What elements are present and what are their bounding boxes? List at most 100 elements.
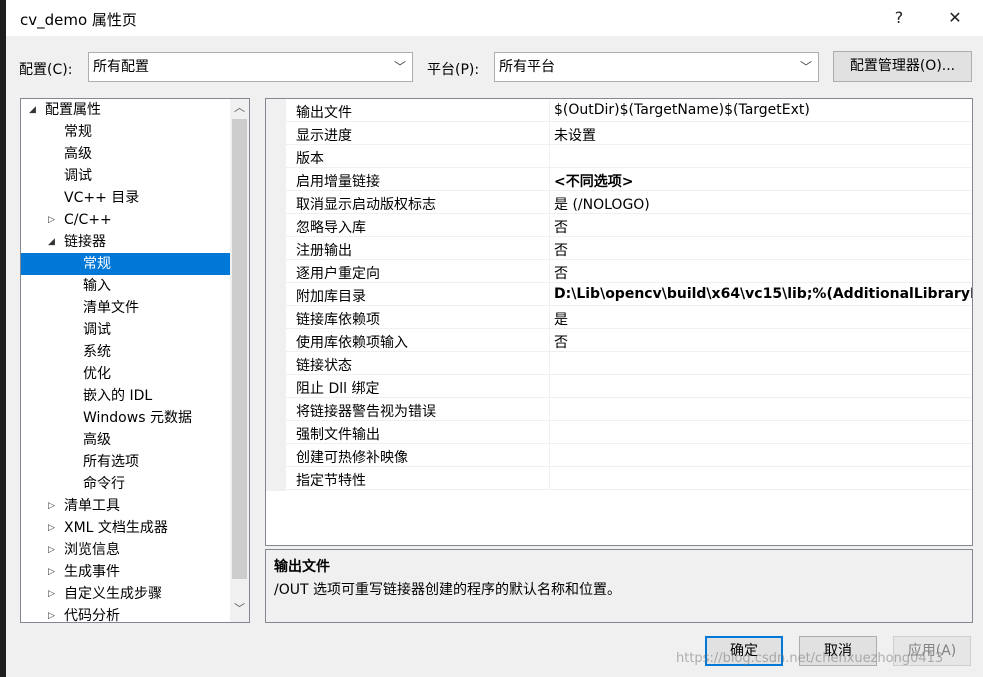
property-row[interactable]: 逐用户重定向 否 <box>286 260 972 283</box>
property-value[interactable]: 是 <box>554 309 568 329</box>
tree-item[interactable]: ▷ 清单工具 <box>21 495 230 517</box>
tree-item[interactable]: 高级 <box>21 429 230 451</box>
property-row[interactable]: 指定节特性 <box>286 467 972 490</box>
property-row[interactable]: 启用增量链接 <不同选项> <box>286 168 972 191</box>
property-row[interactable]: 输出文件 $(OutDir)$(TargetName)$(TargetExt) <box>286 99 972 122</box>
tree-item-label: 生成事件 <box>64 564 120 580</box>
collapsed-arrow-icon[interactable]: ▷ <box>48 517 55 539</box>
property-name: 忽略导入库 <box>296 220 366 236</box>
tree-item-label: 命令行 <box>83 476 125 492</box>
tree-item[interactable]: 常规 <box>21 121 230 143</box>
property-tree[interactable]: ◢ 配置属性 常规 高级 调试 VC++ 目录 ▷ C/C++ ◢ 链接器 常规 输入 清单文件 调试 系统… <box>20 98 250 623</box>
column-divider <box>549 168 550 191</box>
expanded-arrow-icon[interactable]: ◢ <box>48 231 55 253</box>
property-row[interactable]: 将链接器警告视为错误 <box>286 398 972 421</box>
tree-item-label: 高级 <box>83 432 111 448</box>
tree-item[interactable]: ◢ 链接器 <box>21 231 230 253</box>
column-divider <box>549 375 550 398</box>
column-divider <box>549 191 550 214</box>
property-row[interactable]: 阻止 Dll 绑定 <box>286 375 972 398</box>
tree-item[interactable]: ▷ 自定义生成步骤 <box>21 583 230 605</box>
tree-scrollbar[interactable]: ︿ ﹀ <box>230 99 249 622</box>
tree-item[interactable]: VC++ 目录 <box>21 187 230 209</box>
tree-item[interactable]: 调试 <box>21 165 230 187</box>
property-row[interactable]: 显示进度 未设置 <box>286 122 972 145</box>
collapsed-arrow-icon[interactable]: ▷ <box>48 209 55 231</box>
property-value[interactable]: 否 <box>554 263 568 283</box>
tree-item[interactable]: ▷ C/C++ <box>21 209 230 231</box>
tree-item[interactable]: 调试 <box>21 319 230 341</box>
property-row[interactable]: 链接库依赖项 是 <box>286 306 972 329</box>
tree-item[interactable]: ◢ 配置属性 <box>21 99 230 121</box>
column-divider <box>549 260 550 283</box>
title-bar: cv_demo 属性页 ? ✕ <box>6 0 983 36</box>
tree-item[interactable]: ▷ 生成事件 <box>21 561 230 583</box>
tree-item-label: 高级 <box>64 146 92 162</box>
column-divider <box>549 283 550 306</box>
tree-item[interactable]: 命令行 <box>21 473 230 495</box>
tree-item-label: 常规 <box>64 124 92 140</box>
help-button[interactable]: ? <box>884 6 914 30</box>
property-name: 注册输出 <box>296 243 352 259</box>
scroll-thumb[interactable] <box>232 119 247 579</box>
scroll-down-icon[interactable]: ﹀ <box>230 600 249 618</box>
close-button[interactable]: ✕ <box>940 6 970 30</box>
property-name: 链接库依赖项 <box>296 312 380 328</box>
property-value[interactable]: 否 <box>554 217 568 237</box>
collapsed-arrow-icon[interactable]: ▷ <box>48 561 55 583</box>
property-value[interactable]: <不同选项> <box>554 171 633 191</box>
tree-item[interactable]: 输入 <box>21 275 230 297</box>
column-divider <box>549 352 550 375</box>
property-value[interactable]: 未设置 <box>554 125 596 145</box>
column-divider <box>549 237 550 260</box>
platform-dropdown[interactable]: 所有平台 ﹀ <box>494 52 819 82</box>
tree-item-label: 清单文件 <box>83 300 139 316</box>
scroll-up-icon[interactable]: ︿ <box>230 99 249 117</box>
property-row[interactable]: 注册输出 否 <box>286 237 972 260</box>
property-row[interactable]: 强制文件输出 <box>286 421 972 444</box>
property-grid[interactable]: 输出文件 $(OutDir)$(TargetName)$(TargetExt) 显示… <box>265 98 973 546</box>
tree-item[interactable]: Windows 元数据 <box>21 407 230 429</box>
grid-gutter <box>266 99 286 491</box>
property-value[interactable]: $(OutDir)$(TargetName)$(TargetExt) <box>554 102 810 118</box>
property-row[interactable]: 创建可热修补映像 <box>286 444 972 467</box>
column-divider <box>549 467 550 490</box>
window-title: cv_demo 属性页 <box>20 11 137 29</box>
column-divider <box>549 214 550 237</box>
config-dropdown[interactable]: 所有配置 ﹀ <box>88 52 413 82</box>
collapsed-arrow-icon[interactable]: ▷ <box>48 539 55 561</box>
tree-item[interactable]: 嵌入的 IDL <box>21 385 230 407</box>
tree-item[interactable]: ▷ 代码分析 <box>21 605 230 623</box>
property-name: 强制文件输出 <box>296 427 380 443</box>
tree-item-label: 所有选项 <box>83 454 139 470</box>
background-editor-strip <box>0 0 6 677</box>
property-value[interactable]: 是 (/NOLOGO) <box>554 194 650 214</box>
collapsed-arrow-icon[interactable]: ▷ <box>48 583 55 605</box>
property-value[interactable]: 否 <box>554 332 568 352</box>
tree-item[interactable]: 清单文件 <box>21 297 230 319</box>
property-row[interactable]: 版本 <box>286 145 972 168</box>
tree-item[interactable]: ▷ XML 文档生成器 <box>21 517 230 539</box>
property-value[interactable]: 否 <box>554 240 568 260</box>
column-divider <box>549 398 550 421</box>
property-row[interactable]: 使用库依赖项输入 否 <box>286 329 972 352</box>
chevron-down-icon: ﹀ <box>799 60 812 74</box>
property-row[interactable]: 取消显示启动版权标志 是 (/NOLOGO) <box>286 191 972 214</box>
collapsed-arrow-icon[interactable]: ▷ <box>48 605 55 622</box>
config-manager-button[interactable]: 配置管理器(O)... <box>833 51 972 82</box>
property-row[interactable]: 链接状态 <box>286 352 972 375</box>
tree-item-label: 代码分析 <box>64 608 120 623</box>
property-row[interactable]: 附加库目录 D:\Lib\opencv\build\x64\vc15\lib;%(… <box>286 283 972 306</box>
tree-item[interactable]: 优化 <box>21 363 230 385</box>
tree-item[interactable]: 高级 <box>21 143 230 165</box>
collapsed-arrow-icon[interactable]: ▷ <box>48 495 55 517</box>
tree-item[interactable]: ▷ 浏览信息 <box>21 539 230 561</box>
tree-item[interactable]: 所有选项 <box>21 451 230 473</box>
property-value[interactable]: D:\Lib\opencv\build\x64\vc15\lib;%(Addit… <box>554 286 972 302</box>
expanded-arrow-icon[interactable]: ◢ <box>29 99 36 121</box>
tree-item[interactable]: 常规 <box>21 253 230 275</box>
tree-item-label: 输入 <box>83 278 111 294</box>
property-row[interactable]: 忽略导入库 否 <box>286 214 972 237</box>
property-name: 阻止 Dll 绑定 <box>296 381 380 397</box>
tree-item[interactable]: 系统 <box>21 341 230 363</box>
